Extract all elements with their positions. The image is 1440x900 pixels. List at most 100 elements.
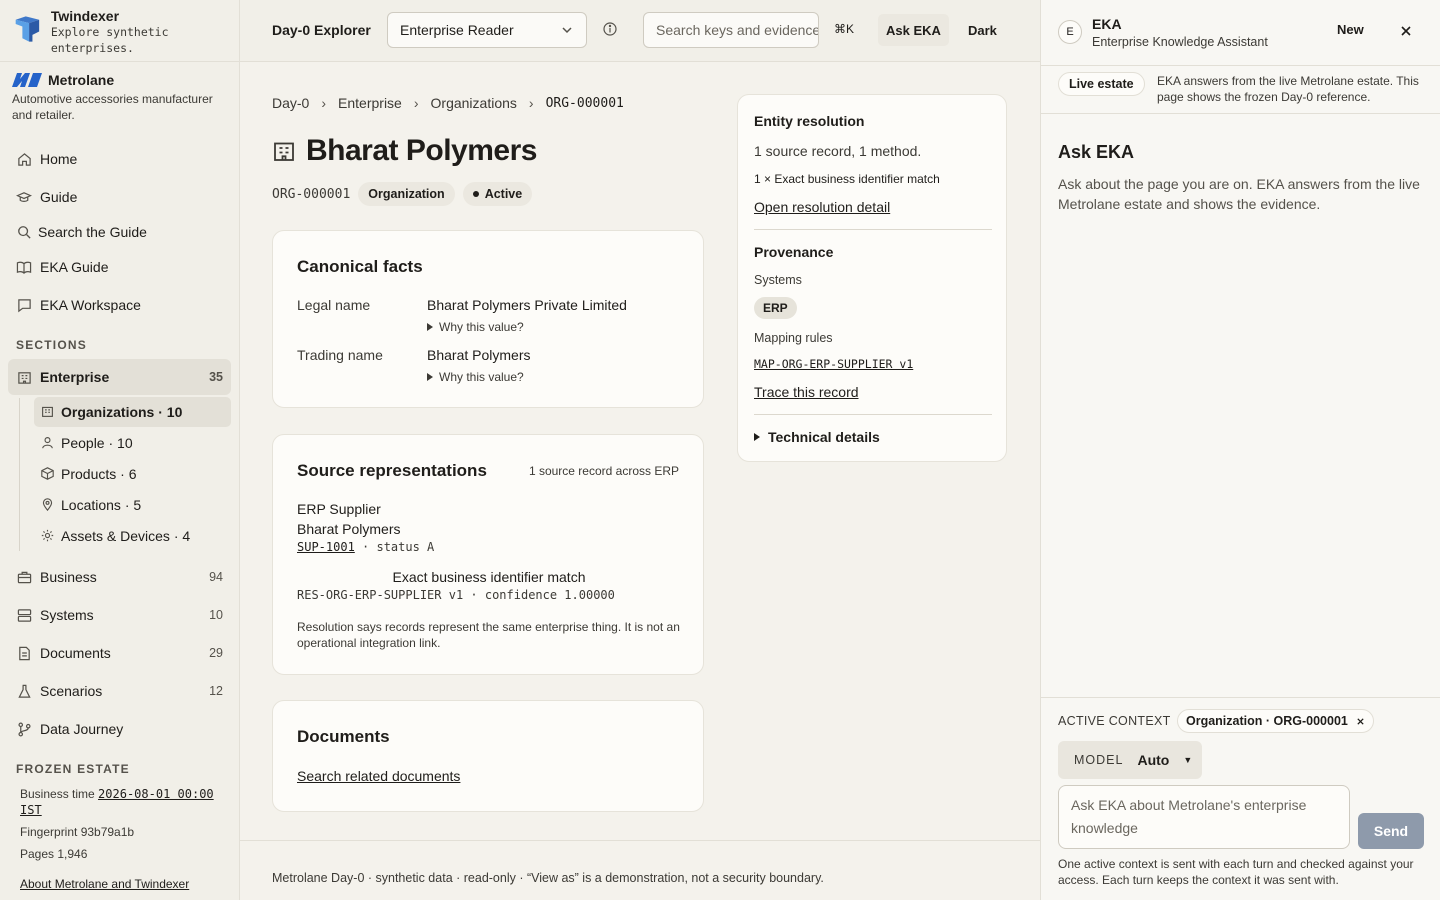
source-system: ERP Supplier — [297, 501, 381, 517]
brand[interactable]: Twindexer Explore synthetic enterprises. — [0, 0, 239, 62]
provenance-title: Provenance — [754, 244, 834, 260]
subnav-products[interactable]: Products · 6 — [34, 459, 231, 489]
legal-name-value: Bharat Polymers Private Limited — [427, 297, 627, 313]
close-icon[interactable] — [1398, 23, 1414, 39]
ask-eka-input[interactable] — [1058, 785, 1350, 849]
nav-data-journey[interactable]: Data Journey — [8, 711, 231, 747]
home-icon — [16, 151, 32, 167]
person-icon — [41, 436, 55, 450]
resolution-note: Resolution says records represent the sa… — [297, 620, 680, 650]
nav-eka-workspace[interactable]: EKA Workspace — [8, 287, 231, 323]
search-related-documents-link[interactable]: Search related documents — [297, 768, 460, 784]
entity-type-badge: Organization — [358, 182, 455, 206]
subnav-assets-devices[interactable]: Assets & Devices · 4 — [34, 521, 231, 551]
assistant-panel: E EKA Enterprise Knowledge Assistant New… — [1040, 0, 1440, 900]
chevron-right-icon: › — [413, 95, 419, 111]
chevron-down-icon — [562, 27, 572, 34]
main-content: Day-0 › Enterprise › Organizations › ORG… — [240, 62, 1040, 840]
app-title: Day-0 Explorer — [272, 22, 371, 38]
sidebar: Twindexer Explore synthetic enterprises.… — [0, 0, 240, 900]
pages-count: Pages 1,946 — [20, 847, 88, 861]
view-as-select[interactable]: Enterprise Reader — [387, 12, 587, 48]
live-estate-banner: Live estate EKA answers from the live Me… — [1041, 66, 1440, 114]
trading-name-label: Trading name — [297, 347, 383, 363]
legal-name-label: Legal name — [297, 297, 371, 313]
tenant-description: Automotive accessories manufacturer and … — [12, 92, 213, 122]
match-method: Exact business identifier match — [392, 569, 586, 585]
building-icon — [16, 369, 32, 385]
topbar: Day-0 Explorer Enterprise Reader ⌘K Ask … — [240, 0, 1040, 62]
nav-home[interactable]: Home — [8, 141, 231, 177]
canonical-facts-title: Canonical facts — [297, 257, 423, 276]
subnav-organizations[interactable]: Organizations · 10 — [34, 397, 231, 427]
book-icon — [16, 259, 32, 275]
active-context-chip: Organization · ORG-000001 — [1177, 709, 1374, 733]
breadcrumb-day0[interactable]: Day-0 — [272, 95, 309, 111]
context-note: One active context is sent with each tur… — [1058, 857, 1414, 887]
entity-resolution-title: Entity resolution — [754, 113, 865, 129]
assistant-name: EKA — [1092, 16, 1122, 32]
triangle-right-icon — [427, 373, 433, 381]
trace-record-link[interactable]: Trace this record — [754, 384, 859, 400]
resolution-provenance-card: Entity resolution 1 source record, 1 met… — [737, 94, 1007, 462]
breadcrumb-organizations[interactable]: Organizations — [431, 95, 517, 111]
source-key-link[interactable]: SUP-1001 — [297, 540, 355, 554]
ask-eka-button[interactable]: Ask EKA — [878, 14, 949, 46]
page-title: Bharat Polymers — [306, 134, 537, 167]
footer: Metrolane Day-0 · synthetic data · read-… — [240, 840, 1040, 900]
trading-why-toggle[interactable]: Why this value? — [427, 370, 524, 384]
new-chat-button[interactable]: New — [1337, 22, 1364, 37]
caret-down-icon: ▼ — [1183, 755, 1193, 765]
send-button[interactable]: Send — [1358, 813, 1424, 849]
mapping-rules-label: Mapping rules — [754, 331, 833, 345]
active-context-label: ACTIVE CONTEXT — [1058, 714, 1171, 728]
about-link[interactable]: About Metrolane and Twindexer — [20, 877, 189, 891]
documents-card: Documents Search related documents — [272, 700, 704, 812]
brand-tagline: Explore synthetic enterprises. — [50, 25, 169, 55]
nav-business[interactable]: Business 94 — [8, 559, 231, 595]
model-select[interactable]: MODEL Auto ▼ — [1058, 741, 1202, 779]
legal-why-toggle[interactable]: Why this value? — [427, 320, 524, 334]
search-shortcut: ⌘K — [834, 22, 855, 36]
chat-bubble-icon — [16, 297, 32, 313]
assistant-avatar: E — [1058, 20, 1082, 44]
footer-text: Metrolane Day-0 · synthetic data · read-… — [272, 871, 824, 885]
nav-documents[interactable]: Documents 29 — [8, 635, 231, 671]
nav-guide[interactable]: Guide — [8, 179, 231, 215]
system-badge-erp[interactable]: ERP — [754, 297, 797, 319]
search-icon — [16, 224, 32, 240]
status-badge: Active — [462, 182, 533, 206]
canonical-facts-card: Canonical facts Legal name Bharat Polyme… — [272, 230, 704, 408]
map-pin-icon — [41, 498, 55, 512]
live-estate-text: EKA answers from the live Metrolane esta… — [1157, 74, 1419, 104]
subnav-guide-line — [19, 398, 20, 551]
search-input[interactable] — [643, 12, 819, 48]
assistant-composer: ACTIVE CONTEXT Organization · ORG-000001… — [1041, 697, 1440, 900]
dark-mode-button[interactable]: Dark — [960, 14, 1005, 46]
subnav-people[interactable]: People · 10 — [34, 428, 231, 458]
source-representations-card: Source representations 1 source record a… — [272, 434, 704, 675]
technical-details-toggle[interactable]: Technical details — [754, 429, 880, 445]
document-icon — [16, 645, 32, 661]
mapping-rule-link[interactable]: MAP-ORG-ERP-SUPPLIER v1 — [754, 357, 913, 371]
info-icon[interactable] — [602, 21, 618, 37]
subnav-locations[interactable]: Locations · 5 — [34, 490, 231, 520]
git-branch-icon — [16, 721, 32, 737]
nav-scenarios[interactable]: Scenarios 12 — [8, 673, 231, 709]
breadcrumb-current: ORG-000001 — [545, 95, 624, 111]
source-name: Bharat Polymers — [297, 521, 401, 537]
nav-systems[interactable]: Systems 10 — [8, 597, 231, 633]
nav-search-guide[interactable]: Search the Guide — [8, 214, 231, 250]
breadcrumb-enterprise[interactable]: Enterprise — [338, 95, 402, 111]
open-resolution-detail-link[interactable]: Open resolution detail — [754, 199, 890, 215]
live-estate-badge: Live estate — [1058, 72, 1145, 96]
assistant-subtitle: Enterprise Knowledge Assistant — [1092, 35, 1268, 49]
building-icon — [41, 405, 55, 419]
breadcrumb: Day-0 › Enterprise › Organizations › ORG… — [272, 95, 624, 111]
fingerprint: Fingerprint 93b79a1b — [20, 825, 135, 839]
nav-enterprise[interactable]: Enterprise 35 — [8, 359, 231, 395]
triangle-right-icon — [754, 433, 760, 441]
nav-eka-guide[interactable]: EKA Guide — [8, 249, 231, 285]
entity-meta: ORG-000001 Organization Active — [272, 182, 533, 206]
remove-context-icon[interactable] — [1356, 717, 1365, 726]
